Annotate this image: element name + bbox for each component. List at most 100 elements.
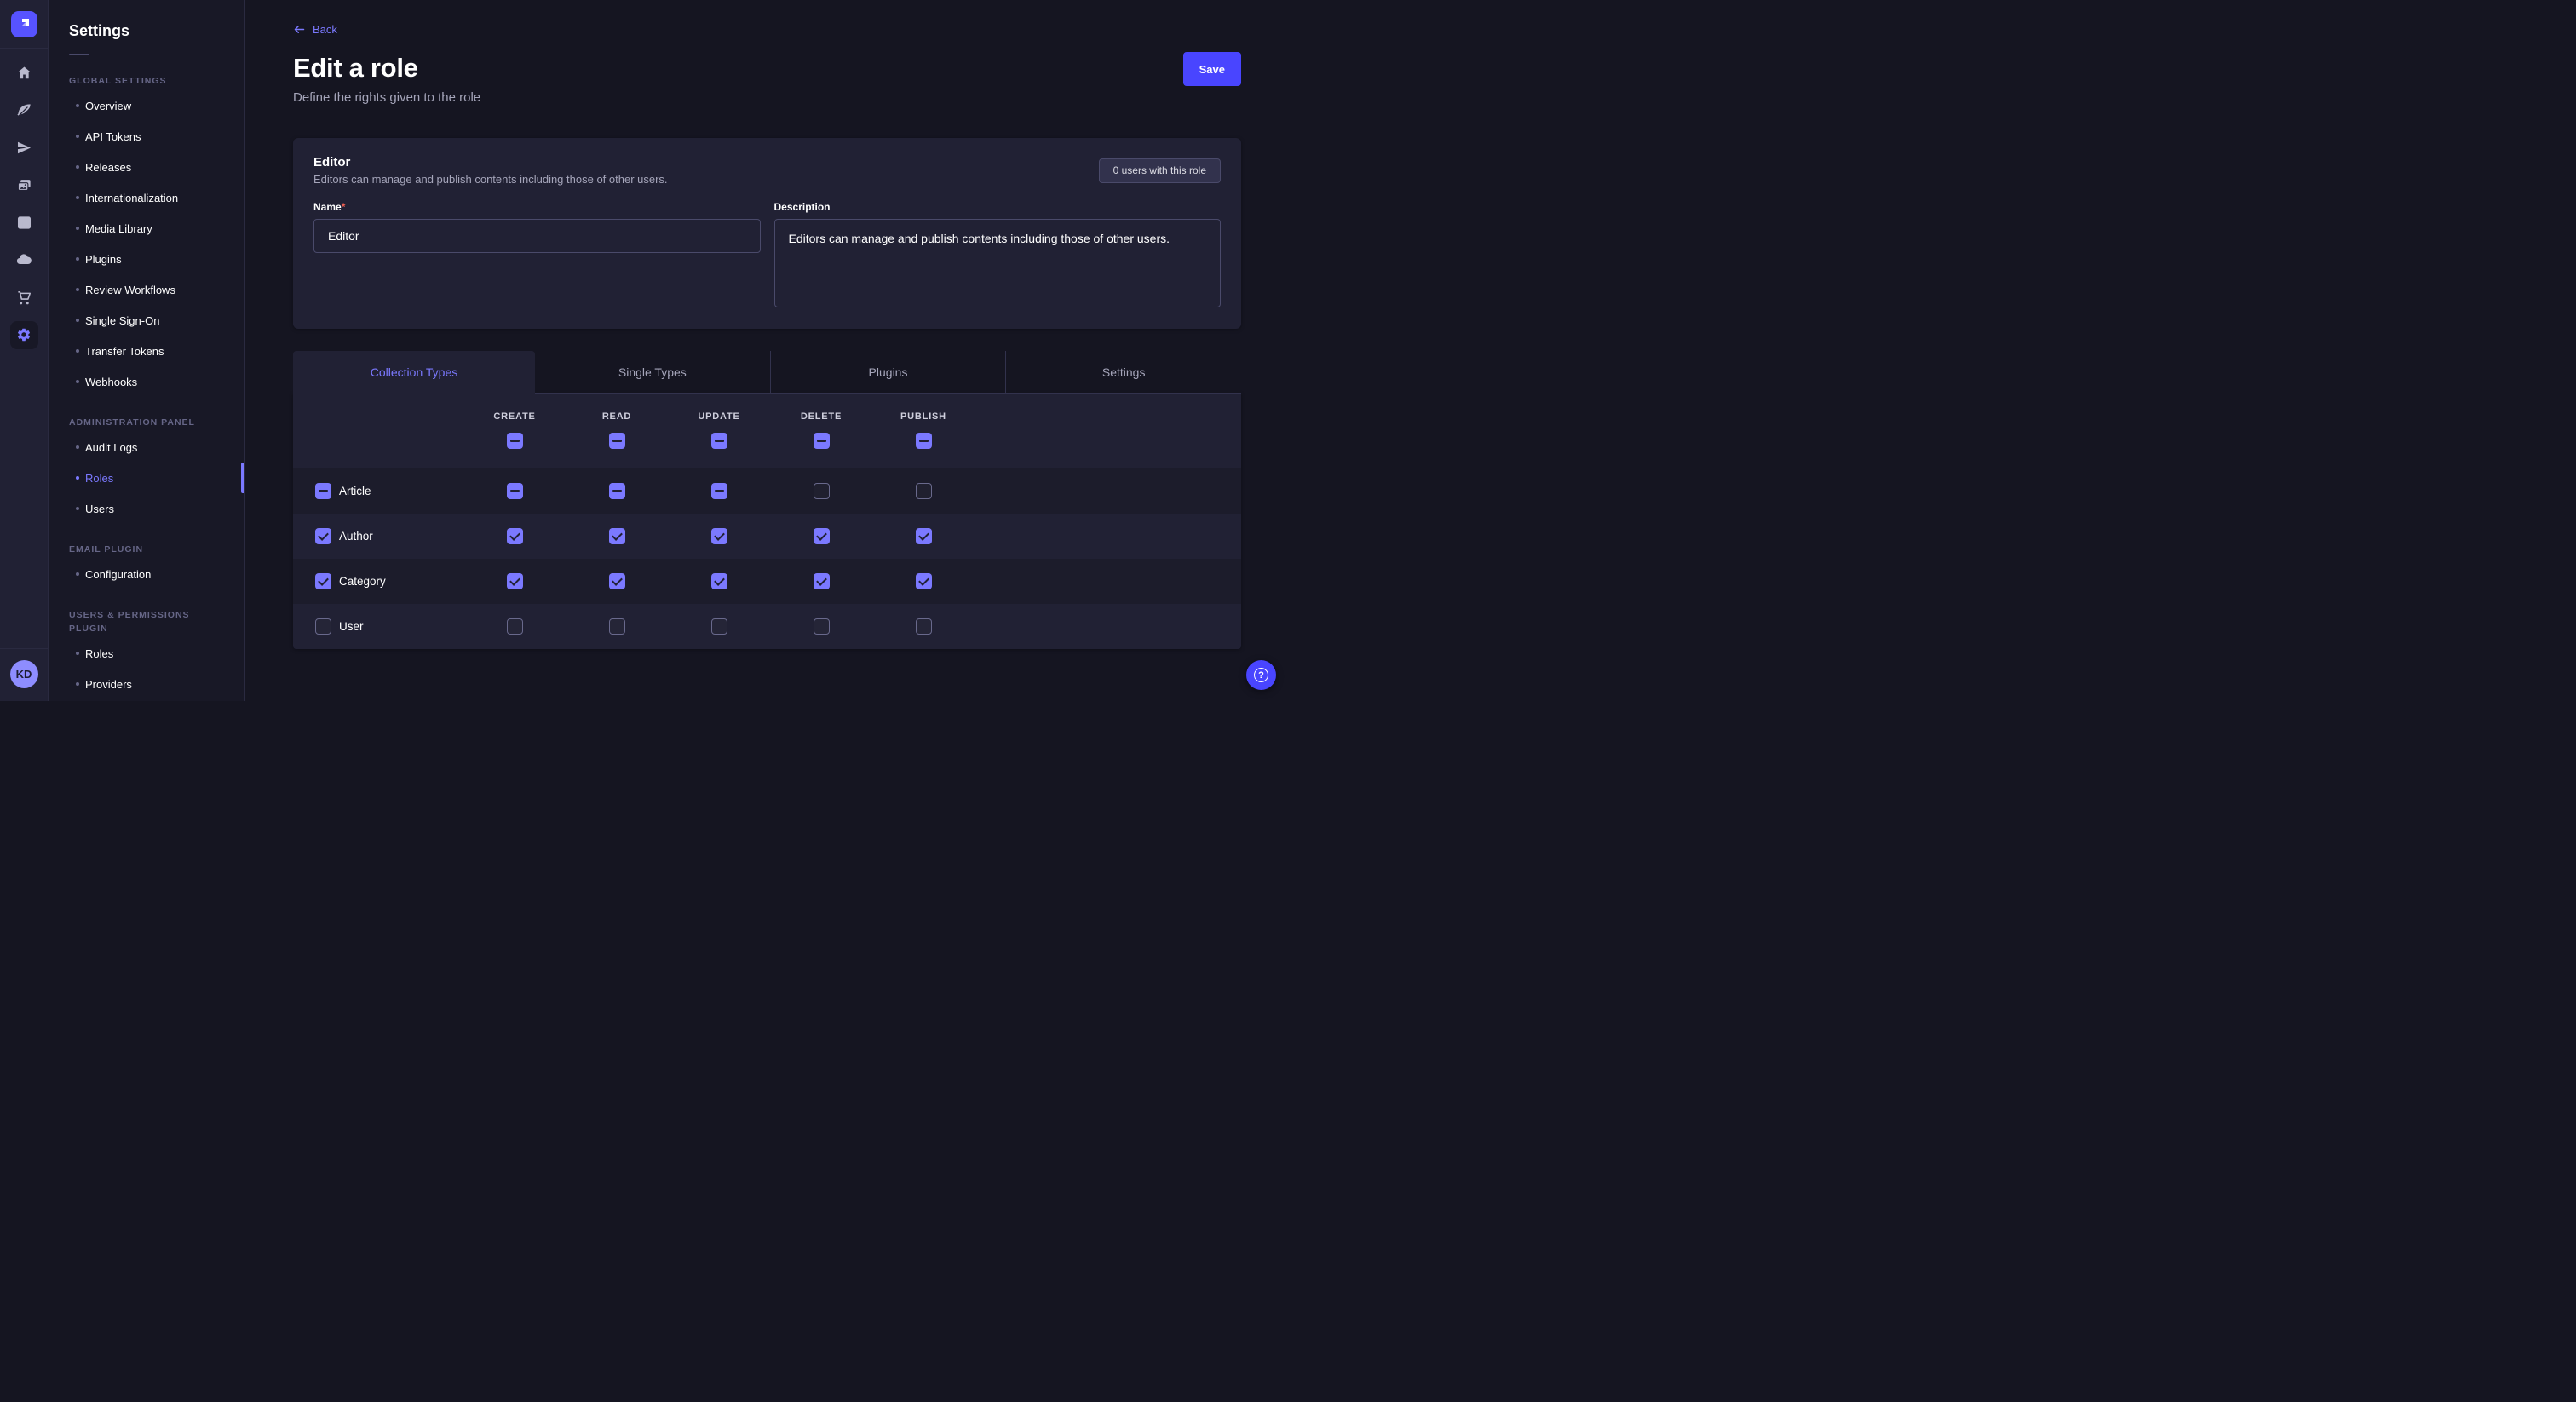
sidebar-item-single-sign-on[interactable]: Single Sign-On [49,305,244,336]
user-avatar[interactable]: KD [10,660,38,688]
tab-plugins[interactable]: Plugins [770,351,1006,394]
bullet-icon [76,572,79,576]
author-read-checkbox[interactable] [609,528,625,544]
send-plane-icon[interactable] [0,129,49,166]
row-label-cell: Category [293,573,463,589]
sidebar-item-admin-roles[interactable]: Roles [49,463,244,493]
sidebar-item-up-roles[interactable]: Roles [49,638,244,669]
section-heading: EMAIL PLUGIN [69,543,224,556]
category-update-checkbox[interactable] [711,573,727,589]
sidebar-item-up-providers[interactable]: Providers [49,669,244,699]
name-field-group: Name* [313,201,761,312]
table-row-category: Category [293,559,1241,604]
sidebar-item-releases[interactable]: Releases [49,152,244,182]
tab-single-types[interactable]: Single Types [535,351,770,394]
description-textarea[interactable]: Editors can manage and publish contents … [774,219,1222,307]
rail-bottom: KD [0,648,48,701]
question-mark-icon [1254,668,1268,682]
tab-settings[interactable]: Settings [1005,351,1241,394]
category-publish-checkbox[interactable] [916,573,932,589]
role-card-titles: Editor Editors can manage and publish co… [313,155,668,186]
page-subtitle: Define the rights given to the role [293,90,1241,105]
sidebar-item-admin-users[interactable]: Users [49,493,244,524]
sidebar-item-plugins[interactable]: Plugins [49,244,244,274]
column-label: PUBLISH [900,411,946,422]
permissions-table: CREATE READ UPDATE DELETE PUBLISH [293,394,1241,649]
content-manager-feather-icon[interactable] [0,91,49,129]
author-create-checkbox[interactable] [507,528,523,544]
user-read-checkbox[interactable] [609,618,625,635]
select-all-read-checkbox[interactable] [609,433,625,449]
table-row-article: Article [293,468,1241,514]
sidebar-item-email-configuration[interactable]: Configuration [49,559,244,589]
header-filler [975,411,1241,468]
user-update-checkbox[interactable] [711,618,727,635]
row-label-cell: Author [293,528,463,544]
sidebar-item-webhooks[interactable]: Webhooks [49,366,244,397]
back-link[interactable]: Back [293,23,337,36]
page-header: Edit a role Save [293,52,1241,86]
rail-divider [0,648,48,649]
sidebar-item-transfer-tokens[interactable]: Transfer Tokens [49,336,244,366]
author-publish-checkbox[interactable] [916,528,932,544]
row-select-checkbox[interactable] [315,618,331,635]
tab-collection-types[interactable]: Collection Types [293,351,535,394]
select-all-create-checkbox[interactable] [507,433,523,449]
sidebar-item-overview[interactable]: Overview [49,90,244,121]
permissions-table-header: CREATE READ UPDATE DELETE PUBLISH [293,394,1241,468]
settings-sidebar: Settings GLOBAL SETTINGS Overview API To… [49,0,245,701]
article-create-checkbox[interactable] [507,483,523,499]
column-label: UPDATE [698,411,739,422]
section-heading: ADMINISTRATION PANEL [69,416,224,429]
name-input[interactable] [313,219,761,253]
bullet-icon [76,507,79,510]
section-administration-panel: ADMINISTRATION PANEL Audit Logs Roles Us… [49,416,244,524]
media-library-images-icon[interactable] [0,166,49,204]
article-read-checkbox[interactable] [609,483,625,499]
rail-icon-list [0,49,49,353]
users-with-role-badge[interactable]: 0 users with this role [1099,158,1221,183]
sidebar-item-api-tokens[interactable]: API Tokens [49,121,244,152]
row-select-checkbox[interactable] [315,528,331,544]
sidebar-item-audit-logs[interactable]: Audit Logs [49,432,244,463]
select-all-delete-checkbox[interactable] [814,433,830,449]
bullet-icon [76,380,79,383]
deploy-cloud-icon[interactable] [0,241,49,279]
content-type-builder-layout-icon[interactable] [0,204,49,241]
save-button[interactable]: Save [1183,52,1241,86]
select-all-publish-checkbox[interactable] [916,433,932,449]
category-read-checkbox[interactable] [609,573,625,589]
bullet-icon [76,196,79,199]
user-publish-checkbox[interactable] [916,618,932,635]
settings-gear-icon-active[interactable] [0,316,49,353]
row-label-cell: User [293,618,463,635]
row-select-checkbox[interactable] [315,483,331,499]
sidebar-title: Settings [69,22,224,40]
bullet-icon [76,135,79,138]
author-update-checkbox[interactable] [711,528,727,544]
strapi-logo-icon[interactable] [11,11,37,37]
user-create-checkbox[interactable] [507,618,523,635]
sidebar-item-internationalization[interactable]: Internationalization [49,182,244,213]
help-button[interactable] [1246,660,1276,690]
logo-container [0,0,48,49]
sidebar-item-review-workflows[interactable]: Review Workflows [49,274,244,305]
user-delete-checkbox[interactable] [814,618,830,635]
row-select-checkbox[interactable] [315,573,331,589]
article-delete-checkbox[interactable] [814,483,830,499]
marketplace-cart-icon[interactable] [0,279,49,316]
column-label: READ [602,411,631,422]
category-create-checkbox[interactable] [507,573,523,589]
select-all-update-checkbox[interactable] [711,433,727,449]
section-users-permissions-plugin: USERS & PERMISSIONS PLUGIN Roles Provide… [49,608,244,699]
article-publish-checkbox[interactable] [916,483,932,499]
author-delete-checkbox[interactable] [814,528,830,544]
bullet-icon [76,476,79,480]
article-update-checkbox[interactable] [711,483,727,499]
sidebar-item-media-library[interactable]: Media Library [49,213,244,244]
section-heading: USERS & PERMISSIONS PLUGIN [69,608,224,635]
category-delete-checkbox[interactable] [814,573,830,589]
column-read: READ [566,411,668,468]
section-global-settings: GLOBAL SETTINGS Overview API Tokens Rele… [49,74,244,397]
home-icon[interactable] [0,54,49,91]
